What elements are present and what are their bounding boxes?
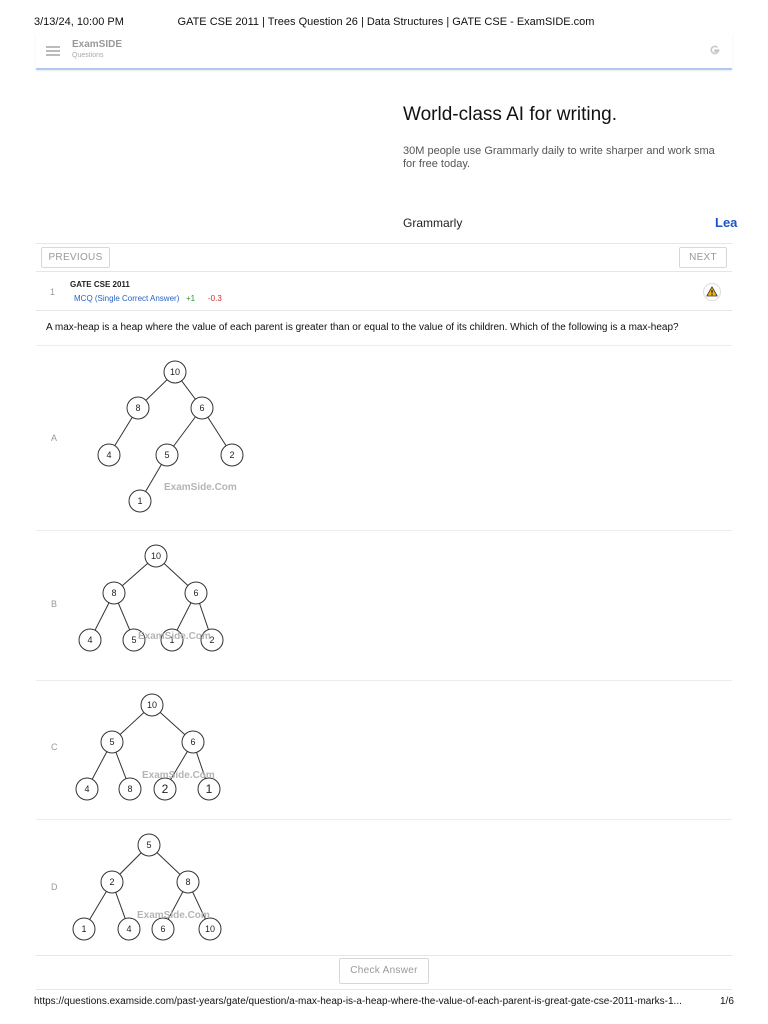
node-value: 6 — [199, 403, 204, 413]
ad-body[interactable]: 30M people use Grammarly daily to write … — [403, 145, 733, 171]
option-label: C — [51, 742, 58, 752]
check-answer-button[interactable]: Check Answer — [339, 958, 429, 984]
node-value: 10 — [147, 700, 157, 710]
previous-button[interactable]: PREVIOUS — [41, 247, 110, 268]
divider — [36, 243, 732, 244]
node-value: 1 — [137, 496, 142, 506]
option-a[interactable]: A 10 8 6 4 5 2 1 ExamSide.Com — [36, 345, 732, 528]
node-value: 4 — [106, 450, 111, 460]
brand-name: ExamSIDE — [72, 39, 123, 50]
ad-body-line: for free today. — [403, 158, 471, 170]
question-exam: GATE CSE 2011 — [70, 280, 130, 289]
top-app-bar: ExamSIDE Questions — [36, 34, 732, 70]
option-d[interactable]: D 5 2 8 1 4 6 10 ExamSide.Com — [36, 819, 732, 956]
node-value: 8 — [111, 588, 116, 598]
divider — [36, 989, 732, 990]
node-value: 1 — [206, 782, 213, 796]
question-text: A max-heap is a heap where the value of … — [46, 322, 679, 333]
option-d-tree-diagram: 5 2 8 1 4 6 10 ExamSide.Com — [72, 833, 222, 941]
option-b[interactable]: B 10 8 6 4 5 1 2 ExamSide.Com — [36, 530, 732, 678]
node-value: 6 — [193, 588, 198, 598]
node-value: 8 — [127, 784, 132, 794]
print-page-number: 1/6 — [720, 996, 734, 1007]
divider — [36, 271, 732, 272]
node-value: 2 — [109, 877, 114, 887]
divider — [36, 310, 732, 311]
brand-logo[interactable]: ExamSIDE Questions — [72, 39, 123, 60]
node-value: 8 — [185, 877, 190, 887]
ad-learn-more-link[interactable]: Lea — [715, 215, 737, 230]
marks-positive: +1 — [186, 294, 196, 303]
warning-icon[interactable] — [703, 283, 721, 301]
google-icon[interactable] — [708, 43, 722, 57]
ad-headline[interactable]: World-class AI for writing. — [403, 104, 617, 126]
node-value: 5 — [109, 737, 114, 747]
node-value: 4 — [84, 784, 89, 794]
watermark: ExamSide.Com — [138, 631, 211, 642]
node-value: 8 — [135, 403, 140, 413]
ad-brand[interactable]: Grammarly — [403, 216, 462, 230]
node-value: 4 — [87, 635, 92, 645]
node-value: 6 — [160, 924, 165, 934]
watermark: ExamSide.Com — [137, 910, 210, 921]
menu-icon[interactable] — [46, 46, 60, 56]
divider — [36, 955, 732, 956]
node-value: 10 — [151, 551, 161, 561]
question-number: 1 — [50, 287, 56, 297]
option-label: A — [51, 433, 58, 443]
node-value: 5 — [131, 635, 136, 645]
watermark: ExamSide.Com — [142, 770, 215, 781]
option-label: D — [51, 882, 58, 892]
next-button[interactable]: NEXT — [679, 247, 727, 268]
option-c[interactable]: C 10 5 6 4 8 2 1 ExamSide.Com — [36, 680, 732, 818]
node-value: 5 — [146, 840, 151, 850]
option-c-tree-diagram: 10 5 6 4 8 2 1 ExamSide.Com — [75, 693, 221, 801]
option-label: B — [51, 599, 58, 609]
node-value: 6 — [190, 737, 195, 747]
option-b-tree-diagram: 10 8 6 4 5 1 2 ExamSide.Com — [78, 544, 224, 652]
question-type: MCQ (Single Correct Answer) — [74, 294, 180, 303]
node-value: 4 — [126, 924, 131, 934]
node-value: 2 — [229, 450, 234, 460]
option-a-tree-diagram: 10 8 6 4 5 2 1 ExamSide.Com — [97, 360, 244, 513]
watermark: ExamSide.Com — [164, 482, 237, 493]
brand-subtitle: Questions — [72, 52, 104, 59]
print-page-title: GATE CSE 2011 | Trees Question 26 | Data… — [177, 16, 595, 28]
node-value: 10 — [205, 924, 215, 934]
marks-negative: -0.3 — [208, 294, 222, 303]
node-value: 10 — [170, 367, 180, 377]
print-url: https://questions.examside.com/past-year… — [34, 996, 682, 1007]
node-value: 2 — [162, 782, 169, 796]
node-value: 5 — [164, 450, 169, 460]
node-value: 1 — [81, 924, 86, 934]
ad-body-line: 30M people use Grammarly daily to write … — [403, 145, 715, 157]
